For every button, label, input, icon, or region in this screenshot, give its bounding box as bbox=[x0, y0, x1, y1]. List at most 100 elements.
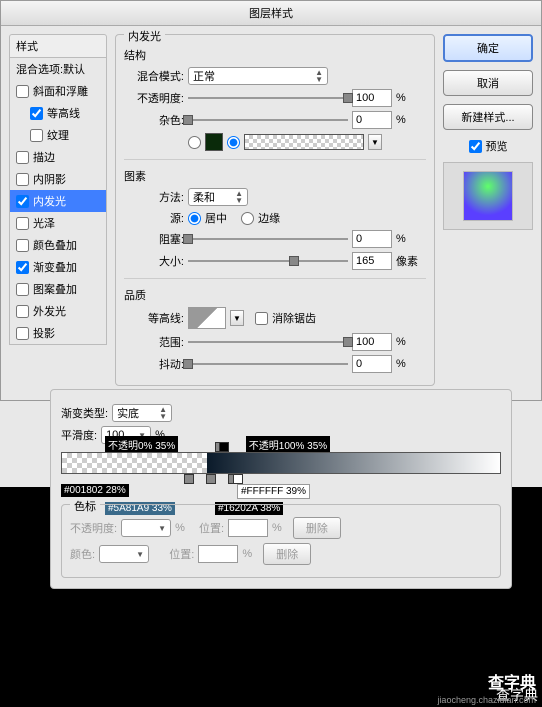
checkbox-gradient-overlay[interactable] bbox=[16, 261, 29, 274]
contour-picker[interactable] bbox=[188, 307, 226, 329]
style-label: 颜色叠加 bbox=[33, 237, 77, 253]
style-stroke[interactable]: 描边 bbox=[10, 146, 106, 168]
style-label: 等高线 bbox=[47, 105, 80, 121]
style-satin[interactable]: 光泽 bbox=[10, 212, 106, 234]
style-label: 内发光 bbox=[33, 193, 66, 209]
range-input[interactable] bbox=[352, 333, 392, 351]
opacity-stop-label-right: 不透明100% 35% bbox=[246, 436, 330, 453]
contour-dropdown-icon[interactable]: ▼ bbox=[230, 310, 244, 326]
style-outer-glow[interactable]: 外发光 bbox=[10, 300, 106, 322]
size-slider[interactable] bbox=[188, 254, 348, 268]
style-bevel[interactable]: 斜面和浮雕 bbox=[10, 80, 106, 102]
gradient-bar[interactable]: 不透明0% 35% 不透明100% 35% #001802 28% #FFFFF… bbox=[61, 452, 501, 474]
inner-glow-panel: 内发光 结构 混合模式: 正常▲▼ 不透明度: % 杂色: % bbox=[115, 34, 435, 386]
blend-options-default[interactable]: 混合选项:默认 bbox=[10, 58, 106, 80]
style-pattern-overlay[interactable]: 图案叠加 bbox=[10, 278, 106, 300]
stop-opacity-select: ▼ bbox=[121, 519, 171, 537]
style-contour[interactable]: 等高线 bbox=[10, 102, 106, 124]
preview-checkbox[interactable] bbox=[469, 140, 482, 153]
style-gradient-overlay[interactable]: 渐变叠加 bbox=[10, 256, 106, 278]
antialias-checkbox[interactable] bbox=[255, 312, 268, 325]
checkbox-contour[interactable] bbox=[30, 107, 43, 120]
style-color-overlay[interactable]: 颜色叠加 bbox=[10, 234, 106, 256]
checkbox-outer-glow[interactable] bbox=[16, 305, 29, 318]
range-slider[interactable] bbox=[188, 335, 348, 349]
percent-unit: % bbox=[272, 522, 282, 534]
gradient-radio[interactable] bbox=[227, 136, 240, 149]
updown-icon: ▲▼ bbox=[235, 190, 243, 204]
layer-style-dialog: 图层样式 样式 混合选项:默认 斜面和浮雕 等高线 纹理 描边 内阴影 内发光 … bbox=[0, 0, 542, 401]
preview-swatch bbox=[463, 171, 513, 221]
source-center-radio[interactable] bbox=[188, 212, 201, 225]
style-inner-glow[interactable]: 内发光 bbox=[10, 190, 106, 212]
choke-slider[interactable] bbox=[188, 232, 348, 246]
color-stop[interactable] bbox=[206, 474, 216, 484]
checkbox-satin[interactable] bbox=[16, 217, 29, 230]
size-input[interactable] bbox=[352, 252, 392, 270]
choke-input[interactable] bbox=[352, 230, 392, 248]
blend-mode-label: 混合模式: bbox=[124, 68, 184, 84]
source-edge-radio[interactable] bbox=[241, 212, 254, 225]
new-style-button[interactable]: 新建样式... bbox=[443, 104, 533, 130]
checkbox-bevel[interactable] bbox=[16, 85, 29, 98]
style-texture[interactable]: 纹理 bbox=[10, 124, 106, 146]
gradient-type-value: 实底 bbox=[117, 405, 139, 421]
checkbox-drop-shadow[interactable] bbox=[16, 327, 29, 340]
style-inner-shadow[interactable]: 内阴影 bbox=[10, 168, 106, 190]
stops-group: 色标 不透明度: ▼ % 位置: % 删除 颜色: ▼ 位置: % 删除 bbox=[61, 504, 501, 578]
gradient-dropdown-icon[interactable]: ▼ bbox=[368, 134, 382, 150]
checkbox-inner-glow[interactable] bbox=[16, 195, 29, 208]
choke-label: 阻塞: bbox=[124, 231, 184, 247]
updown-icon: ▲▼ bbox=[315, 69, 323, 83]
gradient-type-select[interactable]: 实底▲▼ bbox=[112, 404, 172, 422]
style-label: 斜面和浮雕 bbox=[33, 83, 88, 99]
stops-legend: 色标 bbox=[70, 498, 100, 514]
solid-color-swatch[interactable] bbox=[205, 133, 223, 151]
inner-glow-legend: 内发光 bbox=[124, 28, 165, 44]
noise-input[interactable] bbox=[352, 111, 392, 129]
gradient-preview[interactable] bbox=[244, 134, 364, 150]
color-stop[interactable] bbox=[184, 474, 194, 484]
stop-position-input bbox=[228, 519, 268, 537]
style-label: 外发光 bbox=[33, 303, 66, 319]
opacity-input[interactable] bbox=[352, 89, 392, 107]
checkbox-color-overlay[interactable] bbox=[16, 239, 29, 252]
checkbox-pattern-overlay[interactable] bbox=[16, 283, 29, 296]
source-label: 源: bbox=[124, 210, 184, 226]
opacity-slider[interactable] bbox=[188, 91, 348, 105]
ok-button[interactable]: 确定 bbox=[443, 34, 533, 62]
opacity-stop-label-left: 不透明0% 35% bbox=[105, 436, 178, 453]
percent-unit: % bbox=[242, 548, 252, 560]
gradient-editor: 渐变类型: 实底▲▼ 平滑度: 100▼ % 不透明0% 35% 不透明100%… bbox=[50, 389, 512, 589]
checkbox-stroke[interactable] bbox=[16, 151, 29, 164]
checkbox-inner-shadow[interactable] bbox=[16, 173, 29, 186]
contour-label: 等高线: bbox=[124, 310, 184, 326]
noise-slider[interactable] bbox=[188, 113, 348, 127]
style-label: 图案叠加 bbox=[33, 281, 77, 297]
stop-color-label: 颜色: bbox=[70, 546, 95, 562]
watermark: 查字典 bbox=[488, 669, 536, 693]
style-label: 描边 bbox=[33, 149, 55, 165]
style-label: 内阴影 bbox=[33, 171, 66, 187]
range-unit: % bbox=[396, 336, 426, 348]
jitter-label: 抖动: bbox=[124, 356, 184, 372]
opacity-stop[interactable] bbox=[219, 442, 229, 452]
source-center-label: 居中 bbox=[205, 210, 227, 226]
cancel-button[interactable]: 取消 bbox=[443, 70, 533, 96]
color-stop[interactable] bbox=[233, 474, 243, 484]
checkbox-texture[interactable] bbox=[30, 129, 43, 142]
stop-position-label: 位置: bbox=[169, 546, 194, 562]
technique-label: 方法: bbox=[124, 189, 184, 205]
style-label: 光泽 bbox=[33, 215, 55, 231]
technique-select[interactable]: 柔和▲▼ bbox=[188, 188, 248, 206]
jitter-slider[interactable] bbox=[188, 357, 348, 371]
stop-opacity-label: 不透明度: bbox=[70, 520, 117, 536]
jitter-input[interactable] bbox=[352, 355, 392, 373]
style-drop-shadow[interactable]: 投影 bbox=[10, 322, 106, 344]
stop-position-label: 位置: bbox=[199, 520, 224, 536]
range-label: 范围: bbox=[124, 334, 184, 350]
noise-unit: % bbox=[396, 114, 426, 126]
solid-color-radio[interactable] bbox=[188, 136, 201, 149]
blend-mode-select[interactable]: 正常▲▼ bbox=[188, 67, 328, 85]
dropdown-icon: ▼ bbox=[158, 525, 166, 532]
